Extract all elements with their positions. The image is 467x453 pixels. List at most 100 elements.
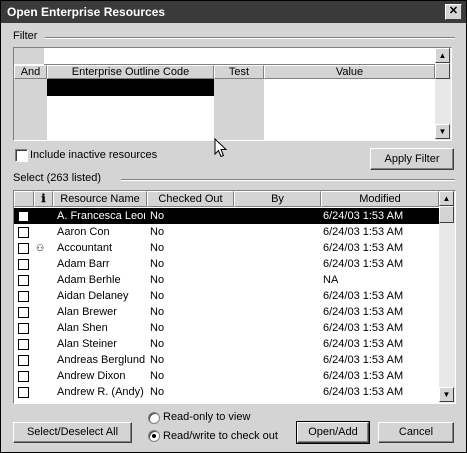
select-group-label: Select (263 listed) <box>13 172 102 184</box>
table-row[interactable]: A. Francesca Leonetti No 6/24/03 1:53 AM <box>14 208 439 224</box>
table-row[interactable]: Aaron Con No 6/24/03 1:53 AM <box>14 224 439 240</box>
col-checked-out[interactable]: Checked Out <box>147 191 234 207</box>
filter-group-divider <box>45 37 455 39</box>
row-checked-out: No <box>150 210 165 222</box>
row-modified: 6/24/03 1:53 AM <box>323 370 404 382</box>
resource-list[interactable]: ℹ Resource Name Checked Out By Modified … <box>13 190 456 404</box>
filter-test-cell[interactable] <box>214 79 264 140</box>
row-checkbox[interactable] <box>18 355 29 366</box>
filter-grid-corner <box>14 48 44 64</box>
row-checkbox[interactable] <box>18 259 29 270</box>
row-checked-out: No <box>150 242 165 254</box>
row-modified: 6/24/03 1:53 AM <box>323 226 404 238</box>
filter-scroll-up-icon[interactable]: ▲ <box>435 48 450 63</box>
list-scrollbar[interactable]: ▲ ▼ <box>439 191 455 403</box>
filter-scroll-thumb[interactable] <box>435 63 450 79</box>
table-row[interactable]: Andrew Dixon No 6/24/03 1:53 AM <box>14 368 439 384</box>
row-checked-out: No <box>150 338 165 350</box>
row-checked-out: No <box>150 306 165 318</box>
row-resource-type-icon: ⚇ <box>36 243 45 253</box>
table-row[interactable]: Andrew R. (Andy) No 6/24/03 1:53 AM <box>14 384 439 400</box>
row-modified: 6/24/03 1:53 AM <box>323 354 404 366</box>
cancel-button[interactable]: Cancel <box>378 422 454 443</box>
list-scroll-thumb[interactable] <box>439 206 454 223</box>
filter-and-cell[interactable] <box>14 79 47 140</box>
row-checked-out: No <box>150 322 165 334</box>
col-checkbox-header[interactable] <box>14 191 34 207</box>
filter-scrollbar[interactable]: ▲ ▼ <box>435 48 451 140</box>
filter-col-outline-code[interactable]: Enterprise Outline Code <box>47 65 214 79</box>
row-modified: NA <box>323 274 339 286</box>
col-modified[interactable]: Modified <box>321 191 439 207</box>
table-row[interactable]: Andreas Berglund No 6/24/03 1:53 AM <box>14 352 439 368</box>
filter-grid[interactable]: And Enterprise Outline Code Test Value ▲… <box>13 47 452 141</box>
readwrite-radio[interactable] <box>148 430 160 442</box>
row-resource-name: Alan Brewer <box>57 306 117 318</box>
include-inactive-label: Include inactive resources <box>30 149 158 161</box>
row-resource-name: Alan Steiner <box>57 338 117 350</box>
open-add-button[interactable]: Open/Add <box>296 421 370 444</box>
select-group-divider <box>121 179 455 181</box>
row-checked-out: No <box>150 258 165 270</box>
list-scroll-up-icon[interactable]: ▲ <box>439 191 454 206</box>
row-checked-out: No <box>150 370 165 382</box>
table-row[interactable]: Alan Shen No 6/24/03 1:53 AM <box>14 320 439 336</box>
row-resource-name: A. Francesca Leonetti <box>57 210 145 222</box>
window-title: Open Enterprise Resources <box>7 5 166 19</box>
filter-edit-row[interactable] <box>44 48 435 65</box>
row-checkbox[interactable] <box>18 291 29 302</box>
include-inactive-checkbox[interactable] <box>15 149 28 162</box>
table-row[interactable]: ⚇ Accountant No 6/24/03 1:53 AM <box>14 240 439 256</box>
info-icon[interactable]: ℹ <box>34 191 53 207</box>
filter-col-value[interactable]: Value <box>264 65 435 79</box>
row-modified: 6/24/03 1:53 AM <box>323 290 404 302</box>
row-checkbox[interactable] <box>18 387 29 398</box>
title-bar: Open Enterprise Resources ✕ <box>1 1 466 23</box>
row-resource-name: Andreas Berglund <box>57 354 145 366</box>
select-deselect-all-button[interactable]: Select/Deselect All <box>13 422 132 443</box>
row-resource-name: Andrew Dixon <box>57 370 126 382</box>
row-resource-name: Accountant <box>57 242 113 254</box>
row-checked-out: No <box>150 354 165 366</box>
row-checked-out: No <box>150 274 165 286</box>
open-enterprise-resources-dialog: Open Enterprise Resources ✕ Filter And E… <box>0 0 467 453</box>
row-modified: 6/24/03 1:53 AM <box>323 242 404 254</box>
row-checkbox[interactable] <box>18 323 29 334</box>
row-resource-name: Aidan Delaney <box>57 290 129 302</box>
row-checkbox[interactable] <box>18 275 29 286</box>
row-resource-name: Andrew R. (Andy) <box>57 386 144 398</box>
filter-outline-code-cell-selected[interactable] <box>47 79 214 96</box>
close-button[interactable]: ✕ <box>445 4 462 20</box>
apply-filter-button[interactable]: Apply Filter <box>370 148 454 170</box>
readwrite-radio-label: Read/write to check out <box>163 430 278 442</box>
readonly-radio-label: Read-only to view <box>163 411 251 423</box>
row-checkbox[interactable] <box>18 211 29 222</box>
row-modified: 6/24/03 1:53 AM <box>323 210 404 222</box>
row-modified: 6/24/03 1:53 AM <box>323 258 404 270</box>
table-row[interactable]: Adam Berhle No NA <box>14 272 439 288</box>
row-checkbox[interactable] <box>18 339 29 350</box>
row-resource-name: Adam Barr <box>57 258 110 270</box>
filter-scroll-down-icon[interactable]: ▼ <box>435 124 450 139</box>
row-checkbox[interactable] <box>18 243 29 254</box>
table-row[interactable]: Adam Barr No 6/24/03 1:53 AM <box>14 256 439 272</box>
table-row[interactable]: Alan Brewer No 6/24/03 1:53 AM <box>14 304 439 320</box>
filter-col-test[interactable]: Test <box>214 65 264 79</box>
table-row[interactable]: Aidan Delaney No 6/24/03 1:53 AM <box>14 288 439 304</box>
row-checked-out: No <box>150 386 165 398</box>
row-modified: 6/24/03 1:53 AM <box>323 338 404 350</box>
readonly-radio[interactable] <box>148 412 160 424</box>
row-checkbox[interactable] <box>18 307 29 318</box>
row-checked-out: No <box>150 226 165 238</box>
col-by[interactable]: By <box>234 191 321 207</box>
table-row[interactable]: Alan Steiner No 6/24/03 1:53 AM <box>14 336 439 352</box>
row-checkbox[interactable] <box>18 227 29 238</box>
list-scroll-down-icon[interactable]: ▼ <box>439 387 454 402</box>
row-checkbox[interactable] <box>18 371 29 382</box>
row-resource-name: Aaron Con <box>57 226 110 238</box>
row-modified: 6/24/03 1:53 AM <box>323 386 404 398</box>
filter-col-and[interactable]: And <box>14 65 47 79</box>
row-resource-name: Alan Shen <box>57 322 108 334</box>
row-resource-name: Adam Berhle <box>57 274 121 286</box>
col-resource-name[interactable]: Resource Name <box>53 191 147 207</box>
